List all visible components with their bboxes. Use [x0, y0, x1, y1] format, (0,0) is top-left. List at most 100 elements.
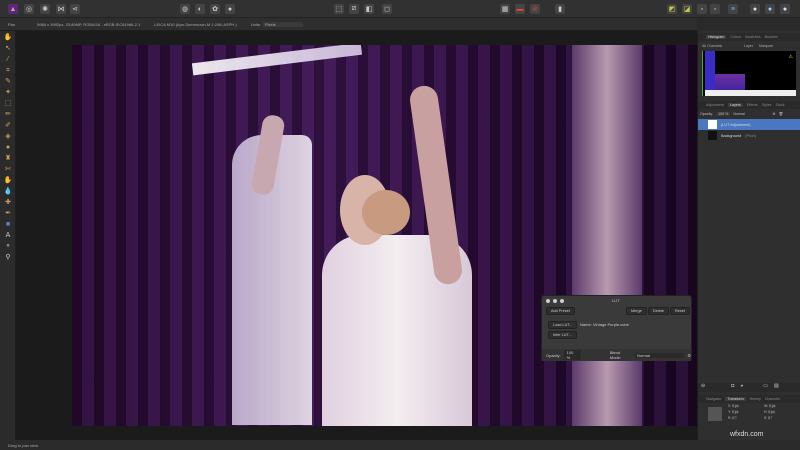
text-tool-icon[interactable]: A	[3, 231, 13, 240]
load-lut-button[interactable]: Load LUT...	[548, 321, 578, 329]
auto-contrast-icon[interactable]: ◐	[195, 4, 205, 14]
develop-persona-icon[interactable]: ✺	[40, 4, 50, 14]
boolean-subtract-icon[interactable]: ●	[765, 4, 775, 14]
transform-h[interactable]: H: 0 px	[764, 410, 798, 414]
arrange-forward-icon[interactable]: ◩	[667, 4, 677, 14]
export-persona-icon[interactable]: ⋖	[70, 4, 80, 14]
trash-icon[interactable]: 🗑	[779, 112, 784, 116]
infer-lut-button[interactable]: Infer LUT...	[548, 331, 577, 339]
tab-transform[interactable]: Transform	[725, 397, 746, 401]
arrange-back-icon[interactable]: ◪	[682, 4, 692, 14]
order2-icon[interactable]: ▫	[710, 4, 720, 14]
fx-icon[interactable]: ◕	[740, 383, 743, 392]
layer-name: Background	[721, 133, 742, 138]
auto-colors-icon[interactable]: ✿	[210, 4, 220, 14]
tone-mapping-persona-icon[interactable]: ⋈	[56, 4, 66, 14]
layer-item[interactable]: (LUT Adjustment)	[698, 119, 800, 130]
tab-channels[interactable]: Channels	[765, 397, 780, 401]
photo-canvas[interactable]	[72, 45, 697, 426]
adjustment-icon[interactable]: ◘	[731, 383, 734, 392]
add-layer-icon[interactable]: ▤	[774, 383, 779, 392]
studio-tabs-bottom: Navigator Transform History Channels	[698, 395, 800, 403]
smudge-icon[interactable]: ✋	[3, 176, 13, 185]
marquee-icon[interactable]: ⬚	[334, 4, 344, 14]
blend-mode-select[interactable]: Normal	[635, 352, 685, 358]
delete-button[interactable]: Delete	[648, 307, 669, 315]
photo-persona-icon[interactable]: ▲	[8, 4, 18, 14]
tab-stock[interactable]: Stock	[776, 103, 785, 107]
lut-dialog: LUT Add Preset Merge Delete Reset Load L…	[541, 295, 692, 361]
auto-white-balance-icon[interactable]: ●	[225, 4, 235, 14]
tab-effects[interactable]: Effects	[747, 103, 758, 107]
mask-icon[interactable]: ⊖	[701, 383, 705, 392]
fill-icon[interactable]: ◈	[3, 132, 13, 141]
boolean-intersect-icon[interactable]: ●	[780, 4, 790, 14]
folder-icon[interactable]: ▭	[763, 383, 768, 392]
blur-icon[interactable]: 💧	[3, 187, 13, 196]
pen-icon[interactable]: ▮	[555, 4, 565, 14]
clone-icon[interactable]: ♜	[3, 154, 13, 163]
shape-tool-icon[interactable]: ■	[3, 220, 13, 229]
tab-swatches[interactable]: Swatches	[745, 35, 761, 39]
tab-colour[interactable]: Colour	[730, 35, 741, 39]
pen-tool-icon[interactable]: ✒	[3, 209, 13, 218]
tab-adjustment[interactable]: Adjustment	[706, 103, 724, 107]
erase-brush-icon[interactable]: ✐	[3, 121, 13, 130]
color-icon[interactable]: ▬	[515, 4, 525, 14]
crop-icon[interactable]: ◻	[382, 4, 392, 14]
crop-tool-icon[interactable]: ⌗	[3, 66, 13, 75]
channel-select[interactable]: All Channels	[702, 44, 738, 48]
inpainting-icon[interactable]: ✄	[3, 165, 13, 174]
boolean-add-icon[interactable]: ●	[750, 4, 760, 14]
layer-item[interactable]: Background (Pixel)	[698, 130, 800, 141]
marquee-checkbox[interactable]: Marquee	[759, 44, 773, 48]
red-eye-icon[interactable]: ✚	[3, 198, 13, 207]
tab-brushes[interactable]: Brushes	[765, 35, 778, 39]
layer-blend-mode[interactable]: Normal	[733, 112, 769, 116]
transform-x[interactable]: X: 0 px	[728, 404, 762, 408]
tab-histogram[interactable]: Histogram	[706, 35, 727, 39]
tab-styles[interactable]: Styles	[762, 103, 772, 107]
view-tool-icon[interactable]: ↖	[3, 44, 13, 53]
color-picker-icon[interactable]: ⁄	[3, 55, 13, 64]
tab-history[interactable]: History	[750, 397, 761, 401]
snapping-icon[interactable]: ⊘	[530, 4, 540, 14]
flood-select-icon[interactable]: ✦	[3, 88, 13, 97]
transform-y[interactable]: Y: 0 px	[728, 410, 762, 414]
auto-levels-icon[interactable]: ◍	[180, 4, 190, 14]
transform-w[interactable]: W: 0 px	[764, 404, 798, 408]
studio-tabs-top: Histogram Colour Swatches Brushes	[698, 33, 800, 41]
tab-layers[interactable]: Layers	[727, 103, 743, 107]
dodge-icon[interactable]: ●	[3, 143, 13, 152]
refine-selection-icon[interactable]: ⧄	[349, 4, 359, 14]
settings-icon[interactable]: ⚙	[772, 112, 775, 116]
liquify-persona-icon[interactable]: ◎	[24, 4, 34, 14]
paint-brush-icon[interactable]: ✏	[3, 110, 13, 119]
minimize-icon[interactable]	[553, 298, 557, 303]
transform-r[interactable]: R: 0 °	[728, 416, 762, 420]
layer-opacity[interactable]: 100 %	[716, 112, 731, 116]
mesh-warp-icon[interactable]: ⚬	[3, 242, 13, 251]
selection-brush-icon[interactable]: ✎	[3, 77, 13, 86]
marquee-tool-icon[interactable]: ⬚	[3, 99, 13, 108]
grid-icon[interactable]: ▦	[500, 4, 510, 14]
gear-icon[interactable]: ⚙	[687, 353, 691, 358]
quick-mask-icon[interactable]: ◧	[364, 4, 374, 14]
transform-s[interactable]: S: 0 °	[764, 416, 798, 420]
add-preset-button[interactable]: Add Preset	[546, 307, 575, 315]
anchor-selector[interactable]	[708, 407, 722, 421]
align-icon[interactable]: ≡	[728, 4, 738, 14]
move-tool-icon[interactable]: ✋	[3, 33, 13, 42]
zoom-tool-icon[interactable]: ⚲	[3, 253, 13, 262]
layer-checkbox[interactable]: Layer	[744, 44, 753, 48]
order-icon[interactable]: ▫	[697, 4, 707, 14]
merge-button[interactable]: Merge	[626, 307, 647, 315]
tab-navigator[interactable]: Navigator	[706, 397, 721, 401]
units-select[interactable]: Pixels	[262, 21, 303, 27]
tools-panel: ✋ ↖ ⁄ ⌗ ✎ ✦ ⬚ ✏ ✐ ◈ ● ♜ ✄ ✋ 💧 ✚ ✒ ■ A ⚬ …	[0, 31, 16, 440]
reset-button[interactable]: Reset	[670, 307, 690, 315]
close-icon[interactable]	[546, 298, 550, 303]
maximize-icon[interactable]	[560, 298, 564, 303]
opacity-field[interactable]: 100 %	[563, 350, 581, 360]
canvas-area[interactable]	[16, 31, 697, 440]
